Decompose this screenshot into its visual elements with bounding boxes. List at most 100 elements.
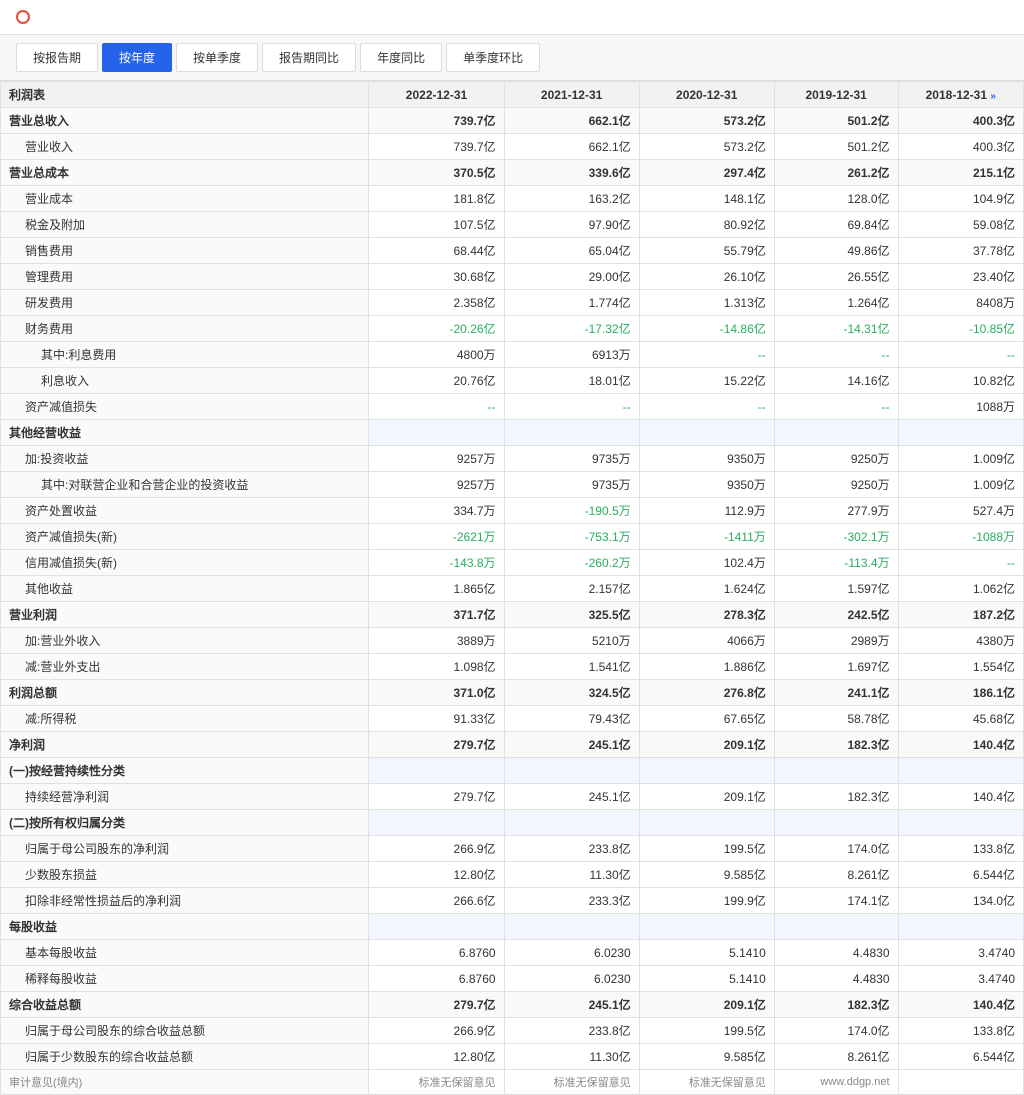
row-value-4-0: 107.5亿 xyxy=(369,212,504,238)
row-value-12-3 xyxy=(774,420,898,446)
row-label-34: 综合收益总额 xyxy=(1,992,369,1018)
row-value-16-0: -2621万 xyxy=(369,524,504,550)
row-value-8-4: -10.85亿 xyxy=(898,316,1023,342)
row-value-34-0: 279.7亿 xyxy=(369,992,504,1018)
row-value-7-4: 8408万 xyxy=(898,290,1023,316)
row-label-14: 其中:对联营企业和合营企业的投资收益 xyxy=(1,472,369,498)
row-value-6-3: 26.55亿 xyxy=(774,264,898,290)
row-label-32: 基本每股收益 xyxy=(1,940,369,966)
row-label-16: 资产减值损失(新) xyxy=(1,524,369,550)
row-value-14-3: 9250万 xyxy=(774,472,898,498)
row-label-2: 营业总成本 xyxy=(1,160,369,186)
row-value-14-2: 9350万 xyxy=(639,472,774,498)
row-value-0-4: 400.3亿 xyxy=(898,108,1023,134)
tab-3[interactable]: 报告期同比 xyxy=(262,43,356,72)
table-row: 资产处置收益334.7万-190.5万112.9万277.9万527.4万 xyxy=(1,498,1024,524)
row-value-1-1: 662.1亿 xyxy=(504,134,639,160)
row-value-5-0: 68.44亿 xyxy=(369,238,504,264)
row-value-22-1: 324.5亿 xyxy=(504,680,639,706)
row-value-27-2 xyxy=(639,810,774,836)
table-row: 营业总收入739.7亿662.1亿573.2亿501.2亿400.3亿 xyxy=(1,108,1024,134)
row-label-27: (二)按所有权归属分类 xyxy=(1,810,369,836)
tab-0[interactable]: 按报告期 xyxy=(16,43,98,72)
row-value-4-3: 69.84亿 xyxy=(774,212,898,238)
row-value-28-2: 199.5亿 xyxy=(639,836,774,862)
row-label-9: 其中:利息费用 xyxy=(1,342,369,368)
row-value-0-3: 501.2亿 xyxy=(774,108,898,134)
tab-4[interactable]: 年度同比 xyxy=(360,43,442,72)
row-value-27-3 xyxy=(774,810,898,836)
col-header-5: 2018-12-31 » xyxy=(898,82,1023,108)
row-value-1-0: 739.7亿 xyxy=(369,134,504,160)
table-row: 归属于少数股东的综合收益总额12.80亿11.30亿9.585亿8.261亿6.… xyxy=(1,1044,1024,1070)
row-label-35: 归属于母公司股东的综合收益总额 xyxy=(1,1018,369,1044)
row-value-14-1: 9735万 xyxy=(504,472,639,498)
row-value-27-1 xyxy=(504,810,639,836)
table-row: 综合收益总额279.7亿245.1亿209.1亿182.3亿140.4亿 xyxy=(1,992,1024,1018)
row-label-24: 净利润 xyxy=(1,732,369,758)
row-value-10-1: 18.01亿 xyxy=(504,368,639,394)
row-value-35-2: 199.5亿 xyxy=(639,1018,774,1044)
row-value-25-3 xyxy=(774,758,898,784)
row-value-29-2: 9.585亿 xyxy=(639,862,774,888)
row-value-22-4: 186.1亿 xyxy=(898,680,1023,706)
row-label-28: 归属于母公司股东的净利润 xyxy=(1,836,369,862)
row-value-18-0: 1.865亿 xyxy=(369,576,504,602)
row-value-8-2: -14.86亿 xyxy=(639,316,774,342)
row-value-1-3: 501.2亿 xyxy=(774,134,898,160)
row-label-19: 营业利润 xyxy=(1,602,369,628)
table-row: 加:投资收益9257万9735万9350万9250万1.009亿 xyxy=(1,446,1024,472)
row-value-6-0: 30.68亿 xyxy=(369,264,504,290)
row-value-32-4: 3.4740 xyxy=(898,940,1023,966)
row-value-33-0: 6.8760 xyxy=(369,966,504,992)
row-value-30-1: 233.3亿 xyxy=(504,888,639,914)
row-value-16-4: -1088万 xyxy=(898,524,1023,550)
table-row: 销售费用68.44亿65.04亿55.79亿49.86亿37.78亿 xyxy=(1,238,1024,264)
row-value-7-1: 1.774亿 xyxy=(504,290,639,316)
row-value-12-0 xyxy=(369,420,504,446)
row-value-29-1: 11.30亿 xyxy=(504,862,639,888)
table-row: 资产减值损失--------1088万 xyxy=(1,394,1024,420)
row-value-4-1: 97.90亿 xyxy=(504,212,639,238)
table-row: 减:营业外支出1.098亿1.541亿1.886亿1.697亿1.554亿 xyxy=(1,654,1024,680)
row-label-7: 研发费用 xyxy=(1,290,369,316)
table-row: 每股收益 xyxy=(1,914,1024,940)
tab-2[interactable]: 按单季度 xyxy=(176,43,258,72)
table-row: 基本每股收益6.87606.02305.14104.48303.4740 xyxy=(1,940,1024,966)
row-value-16-1: -753.1万 xyxy=(504,524,639,550)
tab-5[interactable]: 单季度环比 xyxy=(446,43,540,72)
row-value-0-2: 573.2亿 xyxy=(639,108,774,134)
row-value-2-1: 339.6亿 xyxy=(504,160,639,186)
row-value-6-2: 26.10亿 xyxy=(639,264,774,290)
row-value-2-4: 215.1亿 xyxy=(898,160,1023,186)
tab-1[interactable]: 按年度 xyxy=(102,43,172,72)
row-value-31-0 xyxy=(369,914,504,940)
table-row: 持续经营净利润279.7亿245.1亿209.1亿182.3亿140.4亿 xyxy=(1,784,1024,810)
row-value-30-2: 199.9亿 xyxy=(639,888,774,914)
row-value-26-0: 279.7亿 xyxy=(369,784,504,810)
table-row: 营业成本181.8亿163.2亿148.1亿128.0亿104.9亿 xyxy=(1,186,1024,212)
row-value-31-4 xyxy=(898,914,1023,940)
row-value-5-2: 55.79亿 xyxy=(639,238,774,264)
row-value-37-0: 标准无保留意见 xyxy=(369,1070,504,1095)
table-row: 利润总额371.0亿324.5亿276.8亿241.1亿186.1亿 xyxy=(1,680,1024,706)
row-value-17-1: -260.2万 xyxy=(504,550,639,576)
row-value-33-4: 3.4740 xyxy=(898,966,1023,992)
row-value-17-2: 102.4万 xyxy=(639,550,774,576)
table-row: (二)按所有权归属分类 xyxy=(1,810,1024,836)
row-value-11-1: -- xyxy=(504,394,639,420)
row-value-13-0: 9257万 xyxy=(369,446,504,472)
row-label-31: 每股收益 xyxy=(1,914,369,940)
row-value-17-3: -113.4万 xyxy=(774,550,898,576)
row-value-35-0: 266.9亿 xyxy=(369,1018,504,1044)
row-label-0: 营业总收入 xyxy=(1,108,369,134)
row-value-9-2: -- xyxy=(639,342,774,368)
row-value-21-2: 1.886亿 xyxy=(639,654,774,680)
row-value-19-2: 278.3亿 xyxy=(639,602,774,628)
row-value-19-4: 187.2亿 xyxy=(898,602,1023,628)
row-label-17: 信用减值损失(新) xyxy=(1,550,369,576)
table-row: 其他收益1.865亿2.157亿1.624亿1.597亿1.062亿 xyxy=(1,576,1024,602)
table-row: 税金及附加107.5亿97.90亿80.92亿69.84亿59.08亿 xyxy=(1,212,1024,238)
row-value-5-4: 37.78亿 xyxy=(898,238,1023,264)
table-row: 加:营业外收入3889万5210万4066万2989万4380万 xyxy=(1,628,1024,654)
